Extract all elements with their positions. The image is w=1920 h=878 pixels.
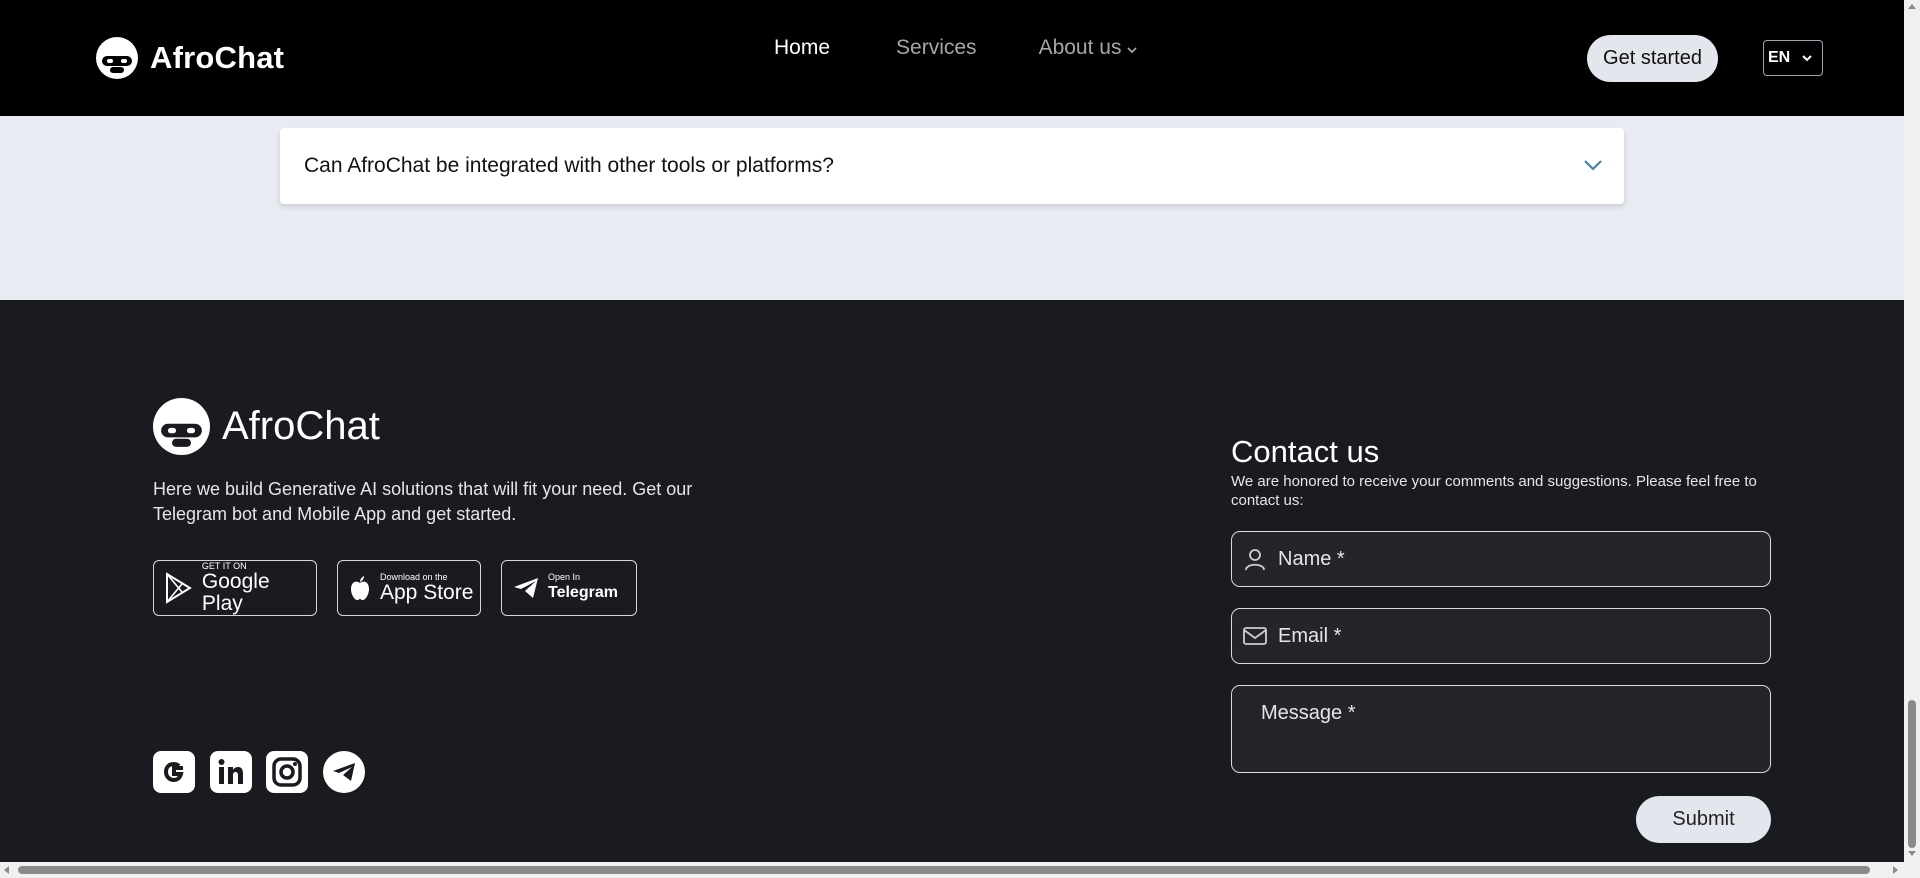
faq-section: Can AfroChat be integrated with other to…	[0, 116, 1904, 300]
robot-logo-icon	[153, 398, 210, 455]
app-store-big: App Store	[380, 581, 474, 604]
email-input[interactable]	[1278, 624, 1738, 648]
telegram-small: Open In	[548, 572, 581, 582]
telegram-open-button[interactable]: Open In Telegram	[501, 560, 637, 616]
vertical-scrollbar[interactable]	[1904, 0, 1920, 862]
get-started-button[interactable]: Get started	[1587, 35, 1718, 82]
scroll-down-arrow[interactable]	[1908, 851, 1916, 856]
nav-services[interactable]: Services	[896, 36, 977, 60]
apple-icon	[351, 576, 369, 600]
telegram-big: Telegram	[548, 584, 618, 601]
submit-button[interactable]: Submit	[1636, 796, 1771, 843]
telegram-icon	[514, 578, 538, 598]
scroll-up-arrow[interactable]	[1908, 4, 1916, 9]
chevron-down-icon	[1802, 55, 1812, 62]
scroll-right-arrow[interactable]	[1893, 866, 1898, 874]
name-input[interactable]	[1278, 547, 1738, 571]
robot-logo-icon	[96, 37, 138, 79]
email-field	[1231, 608, 1771, 664]
faq-question: Can AfroChat be integrated with other to…	[304, 154, 834, 177]
horizontal-scrollbar[interactable]	[0, 862, 1920, 878]
footer-brand-name: AfroChat	[222, 404, 380, 448]
message-field	[1231, 685, 1771, 773]
message-input[interactable]	[1261, 702, 1721, 742]
google-play-button[interactable]: GET IT ON Google Play	[153, 560, 317, 616]
name-field	[1231, 531, 1771, 587]
nav-about-us[interactable]: About us	[1039, 36, 1140, 60]
top-navbar: AfroChat Home Services About us Get star…	[0, 0, 1904, 116]
nav-home[interactable]: Home	[774, 36, 830, 60]
vertical-scroll-thumb[interactable]	[1908, 700, 1916, 848]
nav-about-us-label: About us	[1038, 36, 1122, 59]
main-nav: Home Services About us	[774, 36, 1139, 60]
app-store-text: Download on the App Store	[380, 572, 473, 604]
google-play-text: GET IT ON Google Play	[202, 561, 316, 615]
page: AfroChat Home Services About us Get star…	[0, 0, 1920, 878]
language-select[interactable]: EN	[1763, 40, 1823, 76]
telegram-icon[interactable]	[323, 751, 365, 793]
linkedin-icon[interactable]	[210, 751, 252, 793]
brand-logo[interactable]: AfroChat	[96, 37, 284, 79]
horizontal-scroll-thumb[interactable]	[18, 866, 1870, 874]
user-icon	[1232, 547, 1278, 571]
google-play-icon	[165, 572, 192, 604]
language-value: EN	[1768, 49, 1791, 66]
mail-icon	[1232, 627, 1278, 645]
google-play-big: Google Play	[201, 570, 270, 615]
faq-item[interactable]: Can AfroChat be integrated with other to…	[280, 128, 1624, 204]
app-store-button[interactable]: Download on the App Store	[337, 560, 481, 616]
telegram-text: Open In Telegram	[548, 572, 618, 604]
instagram-icon[interactable]	[266, 751, 308, 793]
footer-description: Here we build Generative AI solutions th…	[153, 479, 693, 524]
chevron-down-icon	[1127, 46, 1138, 53]
google-icon[interactable]	[153, 751, 195, 793]
footer-brand: AfroChat	[153, 398, 380, 455]
footer: AfroChat Here we build Generative AI sol…	[0, 300, 1904, 862]
chevron-down-icon	[1584, 160, 1602, 171]
brand-name: AfroChat	[150, 40, 285, 75]
contact-subtitle: We are honored to receive your comments …	[1231, 473, 1757, 509]
contact-title: Contact us	[1231, 434, 1380, 469]
viewport: AfroChat Home Services About us Get star…	[0, 0, 1904, 862]
scroll-left-arrow[interactable]	[4, 866, 9, 874]
